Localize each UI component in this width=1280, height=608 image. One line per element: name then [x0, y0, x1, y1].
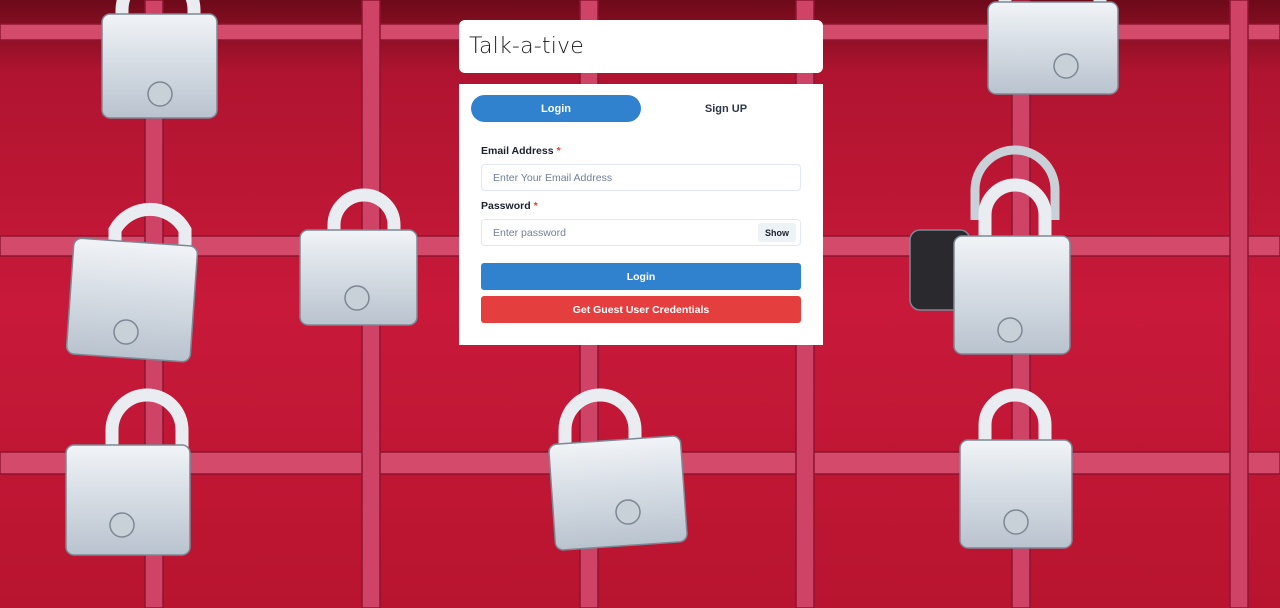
- tab-login[interactable]: Login: [471, 95, 641, 122]
- email-required-marker: *: [556, 145, 561, 157]
- show-password-button[interactable]: Show: [758, 223, 796, 242]
- password-label-text: Password: [481, 200, 531, 212]
- guest-credentials-button[interactable]: Get Guest User Credentials: [481, 296, 801, 323]
- password-required-marker: *: [533, 200, 538, 212]
- password-label: Password *: [481, 200, 538, 212]
- email-label-text: Email Address: [481, 145, 554, 157]
- tab-sign-up[interactable]: Sign UP: [641, 95, 811, 122]
- app-title: Talk-a-tive: [469, 34, 584, 59]
- email-field[interactable]: [482, 165, 800, 190]
- password-field-wrapper: Show: [481, 219, 801, 246]
- login-button[interactable]: Login: [481, 263, 801, 290]
- email-label: Email Address *: [481, 145, 561, 157]
- password-field[interactable]: [482, 220, 800, 245]
- email-field-wrapper: [481, 164, 801, 191]
- auth-card: Login Sign UP Email Address* Password* S…: [459, 84, 823, 345]
- auth-tabs: Login Sign UP: [471, 95, 811, 122]
- app-header: Talk-a-tive: [459, 20, 823, 73]
